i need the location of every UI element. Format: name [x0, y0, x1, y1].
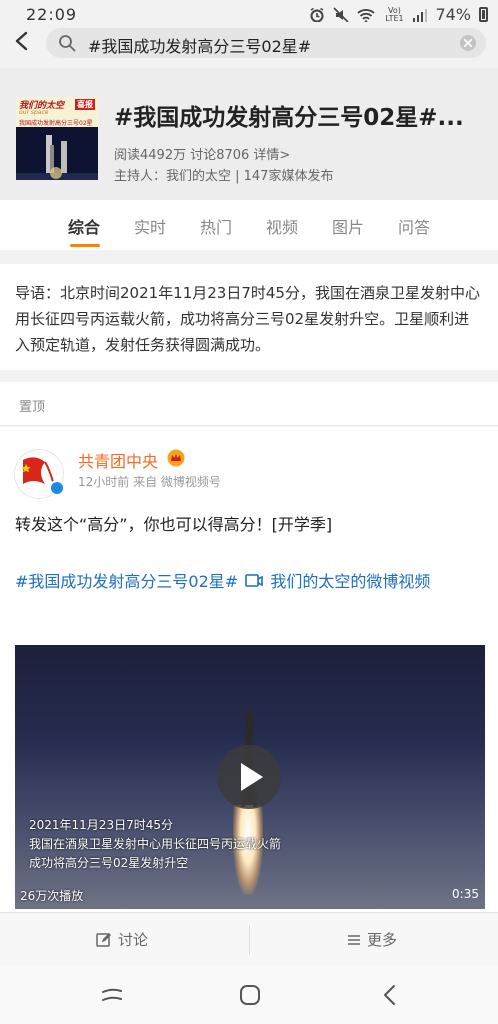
signal-icon — [413, 8, 428, 22]
discuss-button[interactable]: 讨论 — [96, 929, 148, 950]
edit-icon — [96, 932, 111, 947]
pinned-label: 置顶 — [19, 400, 46, 415]
post-card[interactable]: 共青团中央 12小时前 来自 微博视频号 转发这个“高分”，你也可以得高分！[开… — [0, 427, 498, 917]
verified-badge-icon — [49, 480, 65, 496]
search-icon — [59, 35, 76, 52]
video-source-link[interactable]: 我们的太空的微博视频 — [270, 572, 430, 591]
alarm-icon — [310, 7, 324, 22]
topic-tabs: 综合 实时 热门 视频 图片 问答 — [0, 200, 498, 250]
post-author[interactable]: 共青团中央 — [78, 448, 158, 472]
play-button[interactable] — [217, 745, 281, 809]
video-caption-date: 2021年11月23日7时45分 — [29, 818, 173, 832]
tab-qa[interactable]: 问答 — [398, 214, 430, 238]
topic-stats[interactable]: 阅读4492万 讨论8706 详情> — [114, 144, 290, 163]
tab-video[interactable]: 视频 — [266, 214, 298, 238]
play-icon — [241, 763, 263, 791]
search-query: #我国成功发射高分三号02星# — [88, 37, 312, 56]
topic-title: #我国成功发射高分三号02星#... — [114, 105, 464, 131]
video-link-icon — [245, 574, 264, 587]
network-label: Vo) LTE1 — [385, 5, 404, 23]
post-links: #我国成功发射高分三号02星# 我们的太空的微博视频 — [15, 567, 485, 597]
topic-header: 我们的太空 喜报 our space 我国成功发射高分三号02星 #我国成功发射… — [0, 68, 498, 200]
topic-host: 主持人：我们的太空 | 147家媒体发布 — [114, 169, 334, 184]
recent-apps-icon[interactable] — [100, 984, 124, 1006]
home-icon[interactable] — [239, 984, 261, 1006]
close-icon — [464, 39, 472, 47]
video-view-count: 26万次播放 — [20, 889, 84, 903]
topic-cover-image[interactable]: 我们的太空 喜报 our space 我国成功发射高分三号02星 — [16, 97, 98, 180]
clear-search-button[interactable] — [460, 35, 476, 51]
post-meta: 12小时前 来自 微博视频号 — [78, 475, 221, 489]
battery-icon — [479, 7, 488, 22]
menu-lines-icon — [348, 934, 360, 945]
post-hashtag-link[interactable]: #我国成功发射高分三号02星# — [15, 572, 238, 591]
video-player[interactable]: 2021年11月23日7时45分 我国在酒泉卫星发射中心用长征四号丙运载火箭 成… — [15, 645, 485, 909]
wifi-icon — [357, 8, 376, 23]
search-input[interactable]: #我国成功发射高分三号02星# — [46, 28, 486, 58]
tab-comprehensive[interactable]: 综合 — [68, 214, 100, 238]
video-duration: 0:35 — [452, 887, 479, 901]
topic-intro: 导语：北京时间2021年11月23日7时45分，我国在酒泉卫星发射中心用长征四号… — [0, 264, 498, 370]
video-caption-line3: 成功将高分三号02星发射升空 — [29, 856, 189, 870]
system-navigation-bar — [0, 966, 498, 1024]
tab-images[interactable]: 图片 — [332, 214, 364, 238]
top-navbar: #我国成功发射高分三号02星# — [0, 22, 498, 66]
cover-subtitle: our space — [19, 109, 49, 116]
cover-line: 我国成功发射高分三号02星 — [19, 120, 93, 127]
more-button[interactable]: 更多 — [347, 929, 397, 950]
pinned-section-header: 置顶 — [0, 382, 498, 426]
cover-badge: 喜报 — [75, 99, 95, 110]
back-arrow-icon — [15, 31, 28, 51]
active-tab-indicator — [70, 244, 100, 247]
action-divider — [249, 925, 250, 955]
system-back-icon[interactable] — [380, 984, 400, 1006]
video-caption-line2: 我国在酒泉卫星发射中心用长征四号丙运载火箭 — [29, 837, 282, 851]
bottom-action-bar: 讨论 更多 — [0, 912, 498, 966]
discuss-label: 讨论 — [118, 931, 149, 949]
post-text: 转发这个“高分”，你也可以得高分！[开学季] — [15, 515, 333, 534]
more-label: 更多 — [367, 931, 398, 949]
rocket-launch-illustration — [16, 127, 98, 180]
mute-icon — [333, 6, 350, 23]
tab-realtime[interactable]: 实时 — [134, 214, 166, 238]
tab-hot[interactable]: 热门 — [200, 214, 232, 238]
back-button[interactable] — [10, 26, 36, 56]
intro-text: 导语：北京时间2021年11月23日7时45分，我国在酒泉卫星发射中心用长征四号… — [15, 284, 480, 354]
vip-crown-icon — [167, 449, 185, 467]
